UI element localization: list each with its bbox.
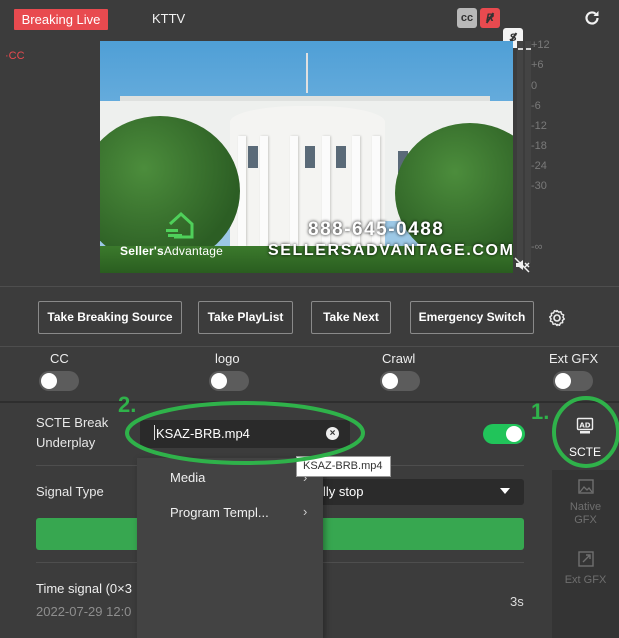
annotation-circle-scte xyxy=(552,396,619,468)
annotation-step-2: 2. xyxy=(118,392,137,417)
annotation-step-1: 1. xyxy=(531,399,550,424)
annotation-overlay xyxy=(125,396,619,468)
annotation-ellipse-file-input xyxy=(125,401,365,465)
